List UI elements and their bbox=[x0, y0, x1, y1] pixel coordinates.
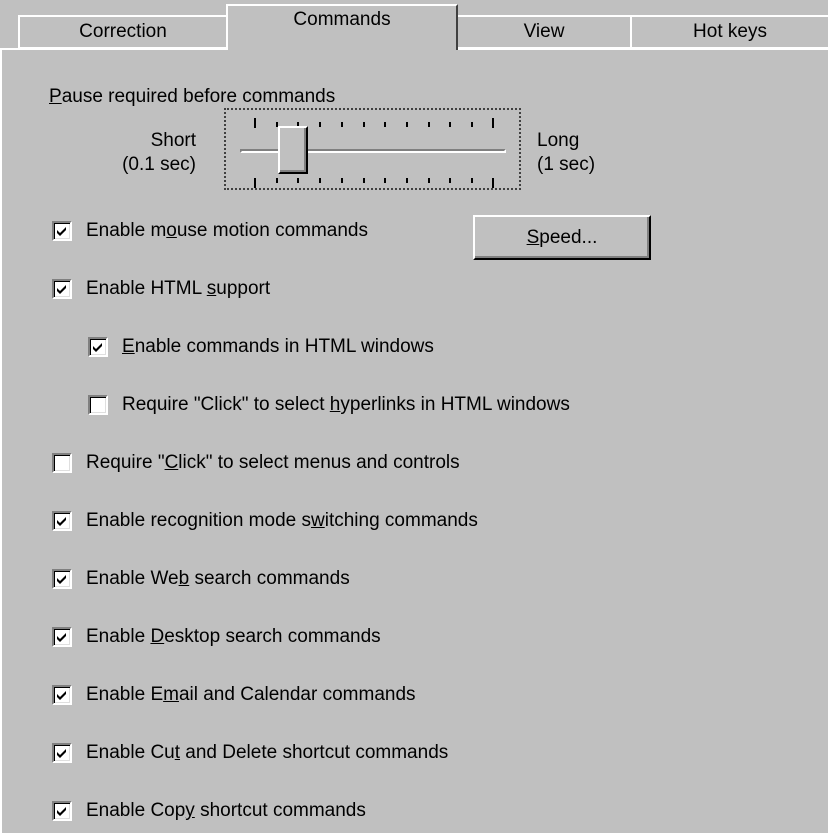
panel-top-border bbox=[0, 48, 228, 50]
checkbox-box[interactable] bbox=[88, 395, 108, 415]
tab-label: Correction bbox=[79, 21, 167, 42]
slider-tick bbox=[341, 178, 343, 183]
panel-left-border bbox=[0, 48, 2, 833]
checkbox-label: Enable Web search commands bbox=[86, 568, 350, 589]
checkbox-box[interactable] bbox=[88, 337, 108, 357]
slider-tick bbox=[471, 178, 473, 183]
checkbox-label: Require "Click" to select menus and cont… bbox=[86, 452, 460, 473]
checkmark-icon bbox=[57, 691, 66, 700]
checkmark-icon bbox=[57, 749, 66, 758]
tab-label: Commands bbox=[293, 9, 391, 30]
checkbox-box[interactable] bbox=[52, 511, 72, 531]
slider-tick bbox=[428, 178, 430, 183]
pause-label: Pause required before commands bbox=[49, 86, 336, 107]
slider-tick bbox=[363, 178, 365, 183]
long-label: Long (1 sec) bbox=[537, 130, 596, 175]
checkbox-box[interactable] bbox=[52, 685, 72, 705]
enable-web-search-checkbox[interactable]: Enable Web search commands bbox=[52, 568, 350, 590]
checkbox-box[interactable] bbox=[52, 627, 72, 647]
slider-tick bbox=[341, 122, 343, 127]
checkmark-icon bbox=[57, 633, 66, 642]
speed-button[interactable]: Speed... bbox=[473, 215, 651, 260]
slider-tick bbox=[254, 178, 256, 188]
pause-slider-thumb[interactable] bbox=[278, 126, 308, 174]
tab-correction[interactable]: Correction bbox=[18, 15, 228, 49]
slider-tick bbox=[406, 122, 408, 127]
checkmark-icon bbox=[57, 517, 66, 526]
enable-html-support-checkbox[interactable]: Enable HTML support bbox=[52, 278, 270, 300]
enable-copy-shortcut-checkbox[interactable]: Enable Copy shortcut commands bbox=[52, 800, 366, 822]
checkbox-label: Enable Cut and Delete shortcut commands bbox=[86, 742, 449, 763]
speed-button-label: Speed... bbox=[526, 226, 598, 248]
checkbox-label: Enable HTML support bbox=[86, 278, 271, 299]
tab-commands[interactable]: Commands bbox=[226, 4, 458, 50]
checkbox-label: Enable recognition mode switching comman… bbox=[86, 510, 478, 531]
checkbox-box[interactable] bbox=[52, 569, 72, 589]
tab-label: Hot keys bbox=[693, 21, 767, 42]
checkbox-label: Require "Click" to select hyperlinks in … bbox=[122, 394, 570, 415]
require-click-menus-checkbox[interactable]: Require "Click" to select menus and cont… bbox=[52, 452, 460, 474]
checkbox-box[interactable] bbox=[52, 801, 72, 821]
slider-tick bbox=[449, 122, 451, 127]
enable-mouse-motion-checkbox[interactable]: Enable mouse motion commands bbox=[52, 220, 368, 242]
checkmark-icon bbox=[57, 285, 66, 294]
slider-tick bbox=[492, 118, 494, 128]
checkmark-icon bbox=[57, 227, 66, 236]
checkmark-icon bbox=[57, 807, 66, 816]
enable-cut-delete-checkbox[interactable]: Enable Cut and Delete shortcut commands bbox=[52, 742, 448, 764]
panel-top-border bbox=[456, 48, 828, 50]
slider-tick bbox=[471, 122, 473, 127]
tab-hot-keys[interactable]: Hot keys bbox=[630, 15, 828, 49]
checkbox-label: Enable mouse motion commands bbox=[86, 220, 369, 241]
slider-tick bbox=[384, 178, 386, 183]
checkbox-box[interactable] bbox=[52, 279, 72, 299]
checkbox-box[interactable] bbox=[52, 221, 72, 241]
tab-label: View bbox=[523, 21, 565, 42]
checkbox-label: Enable Desktop search commands bbox=[86, 626, 381, 647]
checkmark-icon bbox=[57, 575, 66, 584]
checkbox-label: Enable Email and Calendar commands bbox=[86, 684, 416, 705]
slider-tick bbox=[428, 122, 430, 127]
slider-tick bbox=[297, 178, 299, 183]
slider-tick bbox=[254, 118, 256, 128]
slider-tick bbox=[363, 122, 365, 127]
checkbox-label: Enable Copy shortcut commands bbox=[86, 800, 366, 821]
enable-desktop-search-checkbox[interactable]: Enable Desktop search commands bbox=[52, 626, 381, 648]
slider-tick bbox=[276, 178, 278, 183]
slider-tick bbox=[406, 178, 408, 183]
short-label: Short (0.1 sec) bbox=[122, 130, 196, 175]
checkmark-icon bbox=[93, 343, 102, 352]
slider-tick bbox=[492, 178, 494, 188]
slider-tick bbox=[319, 122, 321, 127]
enable-email-calendar-checkbox[interactable]: Enable Email and Calendar commands bbox=[52, 684, 416, 706]
slider-tick bbox=[319, 178, 321, 183]
enable-recognition-mode-switching-checkbox[interactable]: Enable recognition mode switching comman… bbox=[52, 510, 478, 532]
slider-tick bbox=[449, 178, 451, 183]
checkbox-box[interactable] bbox=[52, 743, 72, 763]
slider-tick bbox=[384, 122, 386, 127]
checkbox-label: Enable commands in HTML windows bbox=[122, 336, 434, 357]
require-click-hyperlinks-checkbox[interactable]: Require "Click" to select hyperlinks in … bbox=[88, 394, 570, 416]
enable-commands-html-windows-checkbox[interactable]: Enable commands in HTML windows bbox=[88, 336, 434, 358]
tab-view[interactable]: View bbox=[456, 15, 632, 49]
checkbox-box[interactable] bbox=[52, 453, 72, 473]
